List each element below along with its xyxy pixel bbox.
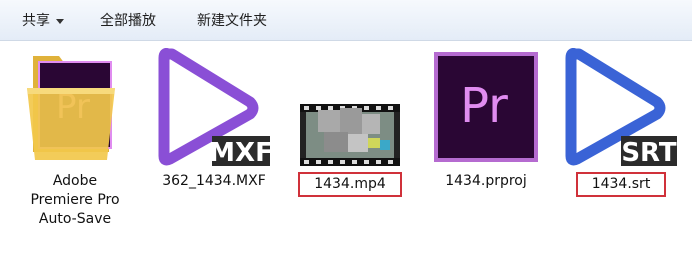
new-folder-button[interactable]: 新建文件夹	[197, 10, 267, 32]
file-label: 1434.prproj	[445, 173, 527, 189]
new-folder-label: 新建文件夹	[197, 13, 267, 29]
file-label-highlighted: 1434.mp4	[298, 172, 402, 197]
premiere-logo-text: Pr	[460, 78, 508, 134]
play-icon: SRT	[565, 48, 677, 168]
share-button[interactable]: 共享	[22, 10, 64, 32]
file-label: 362_1434.MXF	[162, 173, 266, 189]
play-icon: MXF	[158, 48, 273, 168]
play-all-button[interactable]: 全部播放	[100, 10, 156, 32]
folder-icon: Pr	[19, 48, 131, 166]
play-all-label: 全部播放	[100, 13, 156, 29]
file-item-premiere-autosave-folder[interactable]: Pr Adobe Premiere Pro Auto-Save	[12, 48, 138, 229]
command-bar: 共享 全部播放 新建文件夹	[0, 0, 692, 41]
file-item-mp4[interactable]: 1434.mp4	[287, 48, 413, 197]
file-item-prproj[interactable]: Pr 1434.prproj	[423, 48, 549, 191]
chevron-down-icon	[56, 18, 64, 24]
video-thumbnail-icon	[294, 48, 406, 166]
file-item-mxf[interactable]: MXF 362_1434.MXF	[151, 48, 277, 191]
premiere-project-icon: Pr	[430, 48, 542, 166]
srt-badge: SRT	[621, 138, 677, 166]
file-label: Adobe Premiere Pro Auto-Save	[30, 173, 120, 227]
share-label: 共享	[22, 13, 50, 29]
file-item-srt[interactable]: SRT 1434.srt	[558, 48, 684, 197]
mxf-badge: MXF	[209, 138, 270, 166]
file-label-highlighted: 1434.srt	[575, 172, 667, 197]
